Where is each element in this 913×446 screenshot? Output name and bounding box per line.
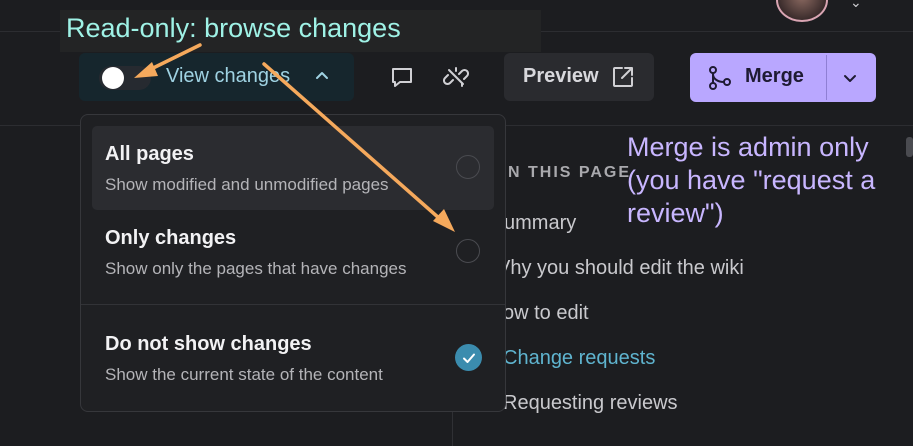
radio-all-pages[interactable] <box>456 155 480 179</box>
preview-label[interactable]: Preview <box>523 65 599 88</box>
toc-item[interactable]: Requesting reviews <box>503 392 678 415</box>
dropdown-option-hover[interactable] <box>92 126 494 210</box>
unlink-icon[interactable] <box>441 62 471 92</box>
check-icon[interactable] <box>455 344 482 371</box>
scrollbar-thumb[interactable] <box>906 137 913 157</box>
option-title-only-changes[interactable]: Only changes <box>105 227 236 250</box>
option-title-all-pages[interactable]: All pages <box>105 143 194 166</box>
view-changes-label[interactable]: View changes <box>166 65 290 88</box>
option-desc-do-not-show: Show the current state of the content <box>105 365 383 384</box>
annotation-top: Read-only: browse changes <box>66 13 401 43</box>
option-desc-all-pages: Show modified and unmodified pages <box>105 175 389 194</box>
annotation-right: Merge is admin only (you have "request a… <box>627 132 876 228</box>
radio-only-changes[interactable] <box>456 239 480 263</box>
merge-menu-chevron-icon[interactable] <box>841 69 859 92</box>
toggle-knob <box>102 67 124 89</box>
toc-heading: N THIS PAGE <box>508 164 632 181</box>
dropdown-divider <box>81 304 505 305</box>
toc-item[interactable]: Vhy you should edit the wiki <box>497 257 744 280</box>
user-avatar[interactable] <box>776 0 828 22</box>
external-link-icon <box>611 65 635 94</box>
chevron-up-icon[interactable] <box>313 67 331 90</box>
toc-item[interactable]: ow to edit <box>503 302 589 325</box>
merge-button-divider <box>826 55 827 100</box>
option-title-do-not-show[interactable]: Do not show changes <box>105 333 312 356</box>
comment-icon[interactable] <box>387 62 417 92</box>
toc-item[interactable]: ummary <box>504 212 576 235</box>
toc-item-active[interactable]: Change requests <box>503 347 655 370</box>
git-merge-icon <box>707 65 733 96</box>
merge-label[interactable]: Merge <box>745 65 804 88</box>
option-desc-only-changes: Show only the pages that have changes <box>105 259 407 278</box>
avatar-menu-chevron-icon[interactable]: ⌄ <box>850 0 862 11</box>
